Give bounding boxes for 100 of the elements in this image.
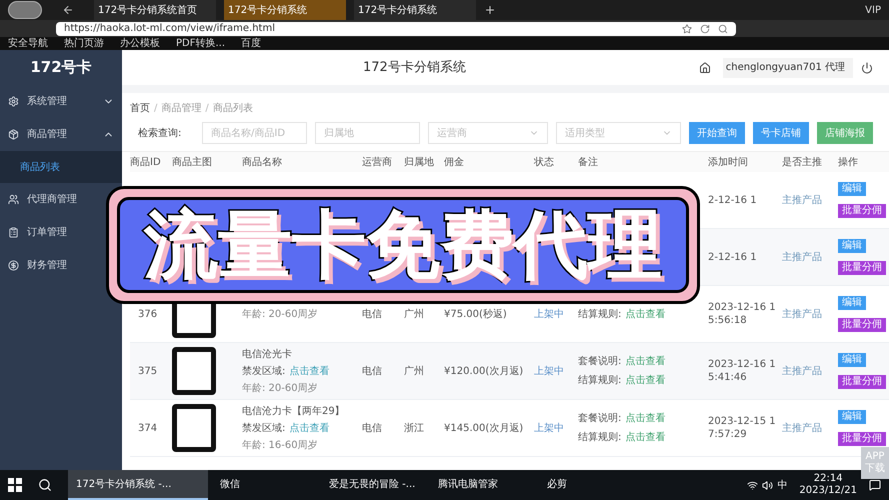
view-link[interactable]: 点击查看 (289, 364, 330, 378)
back-icon[interactable] (62, 4, 74, 16)
column-header: 运营商 (362, 156, 393, 170)
commission-button[interactable]: 批量分佣 (838, 261, 886, 275)
bookmark-link[interactable]: 热门页游 (64, 37, 104, 50)
view-link[interactable]: 点击查看 (625, 411, 666, 426)
commission: ¥75.00(秒返) (444, 308, 508, 322)
search-field[interactable]: 归属地 (315, 122, 420, 144)
app-logo: 172号卡 (30, 57, 92, 78)
address-field[interactable]: https://haoka.lot-ml.com/view/iframe.html (56, 22, 736, 36)
commission-button[interactable]: 批量分佣 (838, 432, 886, 446)
restricted-area-label: 禁发区域: (242, 364, 286, 378)
remark-label: 结算规则: (578, 308, 622, 322)
region: 广州 (404, 308, 425, 322)
sidebar-item[interactable]: 订单管理 (0, 216, 75, 249)
featured-label: 主推产品 (782, 308, 823, 322)
edit-button[interactable]: 编辑 (838, 296, 866, 310)
remark-label: 结算规则: (578, 374, 622, 388)
column-header: 备注 (578, 156, 599, 170)
action-button[interactable]: 开始查询 (689, 122, 745, 144)
clipboard-icon (8, 227, 19, 238)
ime-indicator[interactable]: 中 (777, 478, 788, 492)
user-dropdown[interactable]: chenglongyuan701 代理 (723, 58, 853, 78)
clock-date: 2023/12/21 (799, 485, 857, 497)
home-icon[interactable] (699, 62, 711, 74)
column-header: 佣金 (444, 156, 465, 170)
bookmark-link[interactable]: 百度 (241, 37, 262, 50)
sidebar-subitem[interactable]: 商品列表 (0, 151, 122, 183)
added-time: 2-12-16 1 (708, 250, 758, 264)
taskbar-item[interactable]: 172号卡分销系统 -... (68, 470, 208, 500)
sidebar-item[interactable]: 财务管理 (0, 249, 75, 282)
taskbar-item[interactable]: 爱是无畏的冒险 -... (321, 470, 426, 500)
browser-tab[interactable]: 172号卡分销系统首页 (94, 0, 216, 20)
edit-button[interactable]: 编辑 (838, 410, 866, 424)
taskbar-item[interactable]: 腾讯电脑管家 (430, 470, 535, 500)
new-tab-icon[interactable] (484, 4, 496, 16)
vip-label[interactable]: VIP (865, 2, 881, 18)
view-link[interactable]: 点击查看 (289, 420, 330, 436)
product-id: 376 (137, 308, 158, 322)
action-button[interactable]: 号卡店铺 (753, 122, 809, 144)
app-title: 172号卡分销系统 (363, 58, 467, 77)
column-header: 添加时间 (708, 156, 749, 170)
carrier: 电信 (362, 308, 383, 322)
edit-button[interactable]: 编辑 (838, 182, 866, 196)
age-range: 年龄: 16-60周岁 (242, 438, 319, 452)
breadcrumb-link[interactable]: 商品管理 (161, 100, 202, 116)
commission-button[interactable]: 批量分佣 (838, 318, 886, 332)
edit-button[interactable]: 编辑 (838, 353, 866, 367)
status-label: 上架中 (534, 364, 565, 378)
banner-title: 流量卡免费代理 (144, 208, 662, 282)
bookmark-link[interactable]: 安全导航 (8, 37, 48, 50)
added-time: 2-12-16 1 (708, 194, 758, 206)
commission: ¥120.00(次月返) (444, 364, 524, 378)
settings-icon (8, 96, 19, 107)
windows-logo-icon[interactable] (8, 478, 22, 492)
taskbar-item[interactable]: 必剪 (539, 470, 644, 500)
product-image (172, 347, 216, 395)
region: 广州 (404, 364, 425, 378)
breadcrumb-separator: / (154, 102, 158, 116)
product-name: 电信沧光卡 (242, 348, 293, 362)
taskbar-item[interactable]: 微信 (212, 470, 317, 500)
product-name: 电信沧力卡【两年29】 (242, 404, 346, 418)
bookmark-link[interactable]: PDF转换... (176, 37, 226, 50)
sidebar-item[interactable]: 商品管理 (0, 118, 122, 151)
product-id: 374 (137, 422, 158, 436)
coin-icon (8, 260, 19, 271)
added-time: 2023-12-16 15:56:18 (708, 301, 777, 327)
refresh-icon[interactable] (700, 24, 710, 34)
clock-time: 22:14 (814, 473, 843, 485)
browser-tab[interactable]: 172号卡分销系统 (354, 0, 476, 20)
product-id: 375 (137, 364, 158, 378)
sidebar-item[interactable]: 系统管理 (0, 85, 122, 118)
notification-icon[interactable] (869, 479, 881, 491)
commission-button[interactable]: 批量分佣 (838, 204, 886, 218)
power-icon[interactable] (861, 62, 873, 74)
star-icon[interactable] (682, 24, 692, 34)
column-header: 商品主图 (172, 156, 213, 170)
action-button[interactable]: 店铺海报 (817, 122, 873, 144)
view-link[interactable]: 点击查看 (625, 306, 666, 322)
browser-logo-icon (8, 1, 42, 19)
breadcrumb-link[interactable]: 商品列表 (212, 100, 253, 116)
commission-button[interactable]: 批量分佣 (838, 375, 886, 389)
region: 浙江 (404, 422, 425, 436)
featured-label: 主推产品 (782, 422, 823, 436)
sidebar-item[interactable]: 代理商管理 (0, 183, 85, 216)
view-link[interactable]: 点击查看 (625, 430, 666, 445)
search-icon[interactable] (38, 478, 52, 492)
commission: ¥145.00(次月返) (444, 422, 524, 436)
bookmark-link[interactable]: 办公模板 (120, 37, 160, 50)
product-image (172, 404, 216, 452)
remark-label: 结算规则: (578, 430, 622, 445)
search-field[interactable]: 商品名称/商品ID (202, 122, 307, 144)
view-link[interactable]: 点击查看 (625, 373, 666, 388)
browser-tab[interactable]: 172号卡分销系统 (224, 0, 346, 20)
breadcrumb-link[interactable]: 首页 (130, 100, 150, 116)
featured-label: 主推产品 (782, 364, 823, 378)
age-range: 年龄: 20-60周岁 (242, 382, 319, 396)
featured-label: 主推产品 (782, 250, 823, 264)
view-link[interactable]: 点击查看 (625, 354, 666, 369)
edit-button[interactable]: 编辑 (838, 239, 866, 253)
